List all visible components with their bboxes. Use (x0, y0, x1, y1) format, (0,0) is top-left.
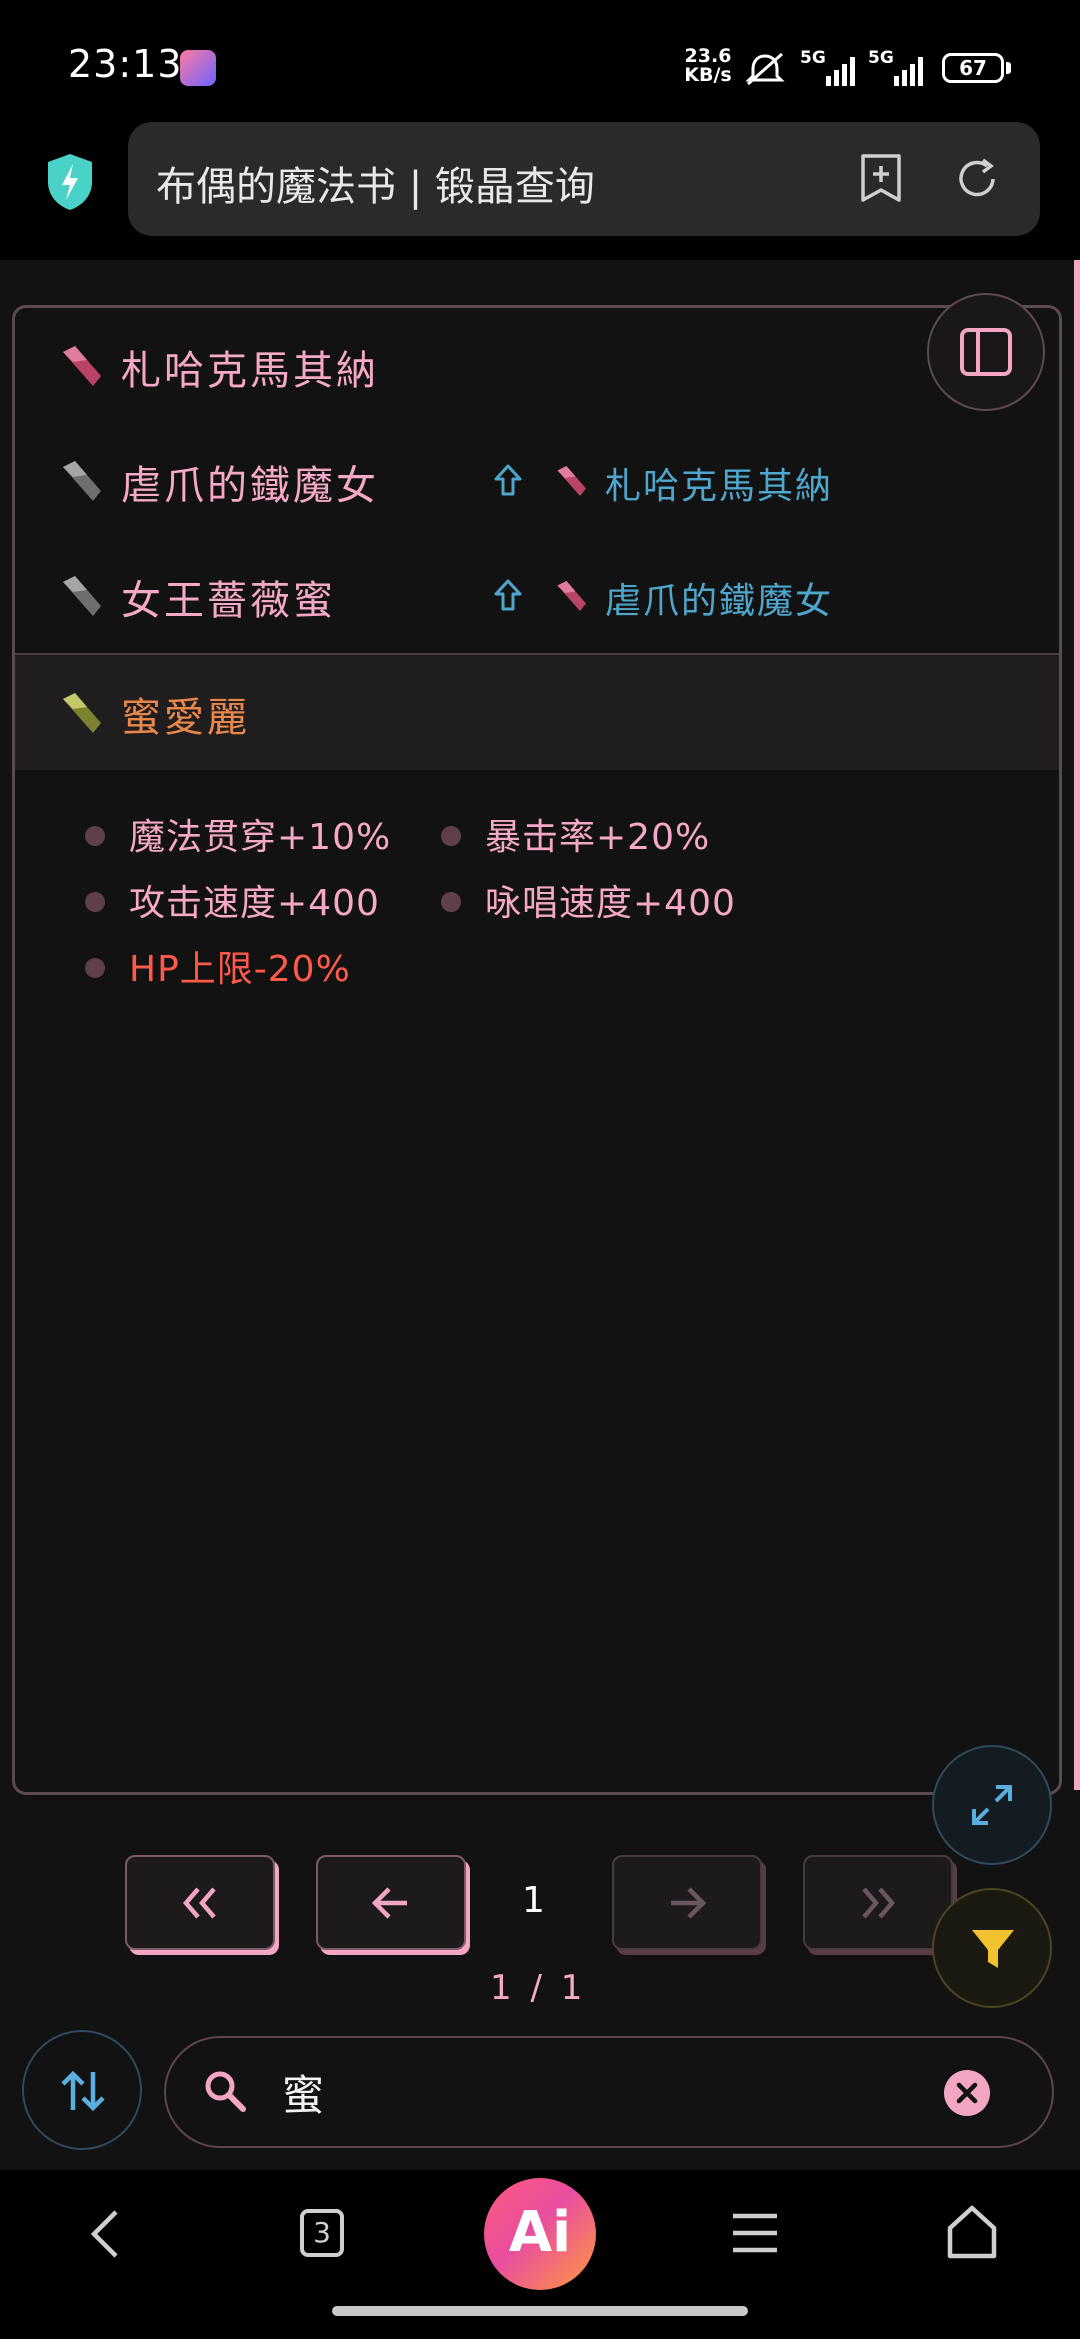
close-icon (956, 2082, 978, 2104)
gray-crystal-icon (63, 576, 101, 616)
app-notification-icon (180, 50, 216, 86)
tabs-button[interactable]: 3 (300, 2209, 344, 2257)
yellow-crystal-icon (63, 693, 101, 733)
network-speed-unit: KB/s (684, 64, 732, 86)
stat-bullet (85, 892, 105, 912)
sort-button[interactable] (22, 2030, 142, 2150)
menu-icon[interactable] (730, 2210, 780, 2256)
stat-item-negative: HP上限-20% (129, 949, 351, 990)
battery-tip (1006, 62, 1011, 74)
search-icon (205, 2071, 246, 2112)
last-page-button[interactable] (803, 1855, 953, 1950)
stat-bullet (441, 892, 461, 912)
home-icon[interactable] (944, 2204, 1000, 2260)
gray-crystal-icon (63, 461, 101, 501)
arrow-right-icon (671, 1887, 707, 1919)
crystal-row[interactable]: 虐爪的鐵魔女 札哈克馬其納 (15, 423, 1059, 538)
pink-crystal-icon (557, 581, 586, 611)
sidebar-toggle-button[interactable] (927, 293, 1045, 411)
shield-icon[interactable] (44, 152, 96, 212)
double-chevron-left-icon (183, 1887, 216, 1919)
upgrade-from-link[interactable]: 虐爪的鐵魔女 (605, 572, 833, 624)
crystal-name: 虐爪的鐵魔女 (121, 463, 379, 509)
status-time: 23:13 (68, 42, 183, 86)
crystal-name: 札哈克馬其納 (121, 348, 379, 394)
bookmark-add-icon[interactable] (857, 152, 905, 204)
stat-bullet (85, 826, 105, 846)
crystal-row[interactable]: 札哈克馬其納 (15, 308, 1059, 423)
next-page-button[interactable] (612, 1855, 762, 1950)
home-indicator[interactable] (332, 2306, 748, 2316)
arrow-left-icon (371, 1887, 407, 1919)
sort-arrows-icon (61, 2070, 105, 2112)
page-count: 1 / 1 (490, 1968, 587, 2008)
upgrade-arrow-icon (494, 464, 522, 496)
current-page: 1 (522, 1880, 545, 1921)
results-panel: 札哈克馬其納 虐爪的鐵魔女 札哈克馬其納 女王薔薇蜜 虐爪的鐵魔女 蜜愛麗 魔法… (12, 305, 1062, 1795)
crystal-name: 蜜愛麗 (121, 695, 250, 741)
first-page-button[interactable] (125, 1855, 275, 1950)
expand-button[interactable] (932, 1745, 1052, 1865)
clear-search-button[interactable] (944, 2070, 990, 2116)
filter-funnel-icon (972, 1930, 1014, 1968)
expand-arrows-icon (972, 1785, 1012, 1825)
search-input[interactable] (282, 2062, 882, 2122)
stat-item: 攻击速度+400 (129, 883, 380, 924)
ai-assistant-button[interactable]: Ai (484, 2178, 596, 2290)
stat-item: 魔法贯穿+10% (129, 817, 392, 858)
network-speed: 23.6 KB/s (682, 47, 734, 85)
stat-item: 咏唱速度+400 (485, 883, 736, 924)
crystal-name: 女王薔薇蜜 (121, 578, 336, 624)
page-title[interactable]: 布偶的魔法书 | 锻晶查询 (156, 154, 595, 212)
scrollbar[interactable] (1074, 260, 1080, 1790)
crystal-row[interactable]: 女王薔薇蜜 虐爪的鐵魔女 (15, 538, 1059, 653)
sidebar-icon (960, 328, 1012, 376)
stat-bullet (85, 958, 105, 978)
back-icon[interactable] (86, 2206, 126, 2262)
double-chevron-right-icon (862, 1887, 895, 1919)
pink-crystal-icon (557, 466, 586, 496)
mute-bell-icon (745, 52, 785, 86)
signal-1-icon (826, 57, 855, 86)
upgrade-from-link[interactable]: 札哈克馬其納 (605, 457, 833, 509)
crystal-row-selected[interactable]: 蜜愛麗 (15, 653, 1059, 770)
previous-page-button[interactable] (316, 1855, 466, 1950)
signal-2-icon (894, 57, 923, 86)
refresh-icon[interactable] (953, 155, 1001, 203)
battery-icon: 67 (942, 53, 1004, 83)
upgrade-arrow-icon (494, 579, 522, 611)
stat-item: 暴击率+20% (485, 817, 711, 858)
filter-button[interactable] (932, 1888, 1052, 2008)
pink-crystal-icon (63, 346, 101, 386)
stat-bullet (441, 826, 461, 846)
